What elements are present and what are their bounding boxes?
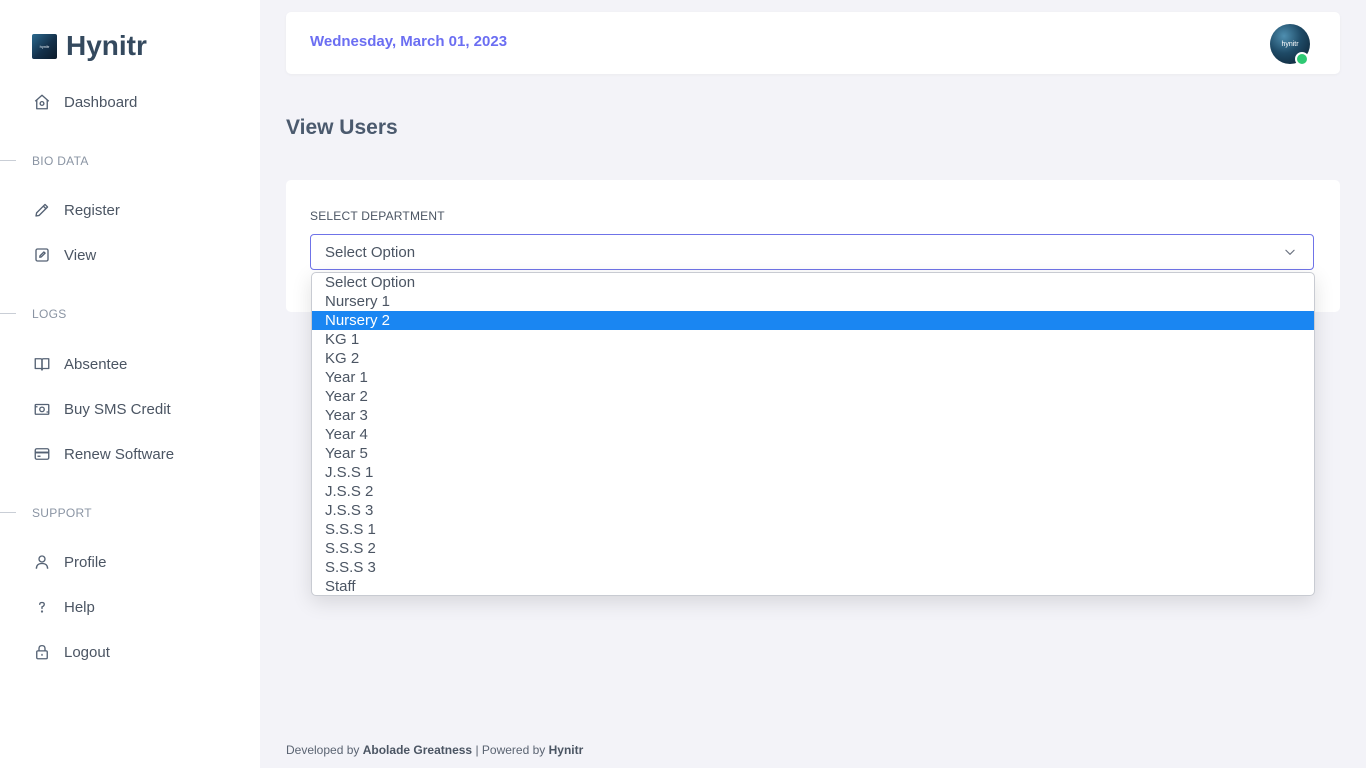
sidebar-item-renew-software[interactable]: Renew Software (32, 442, 174, 466)
footer-powered-by: | Powered by (475, 743, 546, 757)
online-status-indicator (1295, 52, 1309, 66)
department-option[interactable]: Year 5 (312, 444, 1314, 463)
sidebar-item-absentee[interactable]: Absentee (32, 352, 127, 376)
brand-logo-text: hynitr (39, 43, 50, 49)
sidebar-item-register[interactable]: Register (32, 198, 120, 222)
sidebar-item-dashboard[interactable]: Dashboard (32, 90, 137, 114)
sidebar-item-help[interactable]: Help (32, 595, 95, 619)
sidebar-item-label: Help (64, 598, 95, 616)
footer: Developed by Abolade Greatness | Powered… (286, 743, 583, 757)
department-option[interactable]: Year 1 (312, 368, 1314, 387)
department-select[interactable]: Select Option (310, 234, 1314, 270)
sidebar-item-label: Buy SMS Credit (64, 400, 171, 418)
sidebar-item-label: Dashboard (64, 93, 138, 111)
department-option[interactable]: KG 2 (312, 349, 1314, 368)
credit-card-icon (32, 444, 52, 464)
section-divider (0, 313, 16, 314)
department-option[interactable]: J.S.S 2 (312, 482, 1314, 501)
user-icon (32, 552, 52, 572)
footer-developer-name: Abolade Greatness (362, 743, 473, 757)
pencil-icon (32, 200, 52, 220)
section-divider (0, 512, 16, 513)
department-option[interactable]: KG 1 (312, 330, 1314, 349)
top-bar: Wednesday, March 01, 2023 hynitr (286, 12, 1340, 74)
sidebar: hynitr Hynitr Dashboard BIO DATA Registe… (0, 0, 260, 768)
page-title: View Users (286, 116, 398, 139)
footer-powered-name: Hynitr (548, 743, 584, 757)
department-option[interactable]: S.S.S 1 (312, 520, 1314, 539)
sidebar-item-buy-sms[interactable]: Buy SMS Credit (32, 397, 171, 421)
sidebar-item-label: Logout (64, 643, 110, 661)
section-divider (0, 160, 16, 161)
department-option[interactable]: Select Option (312, 273, 1314, 292)
department-option[interactable]: Nursery 2 (312, 311, 1314, 330)
section-title-support: SUPPORT (32, 506, 92, 520)
sidebar-item-profile[interactable]: Profile (32, 550, 107, 574)
department-options-list[interactable]: Select Option Nursery 1 Nursery 2 KG 1 KG 2Y… (311, 272, 1315, 596)
cash-icon (32, 399, 52, 419)
sidebar-item-label: Renew Software (64, 445, 175, 463)
department-option[interactable]: J.S.S 1 (312, 463, 1314, 482)
home-icon (32, 92, 52, 112)
sidebar-item-logout[interactable]: Logout (32, 640, 110, 664)
avatar-text: hynitr (1281, 40, 1299, 48)
lock-icon (32, 642, 52, 662)
current-date: Wednesday, March 01, 2023 (310, 33, 508, 50)
section-title-bio-data: BIO DATA (32, 154, 89, 168)
book-icon (32, 354, 52, 374)
department-label: SELECT DEPARTMENT (310, 209, 445, 223)
brand-name: Hynitr (66, 30, 147, 61)
sidebar-item-label: Profile (64, 553, 107, 571)
section-title-logs: LOGS (32, 307, 67, 321)
department-option[interactable]: Staff (312, 577, 1314, 595)
department-option[interactable]: S.S.S 2 (312, 539, 1314, 558)
department-option[interactable]: S.S.S 3 (312, 558, 1314, 577)
brand[interactable]: hynitr Hynitr (32, 30, 147, 62)
department-option[interactable]: J.S.S 3 (312, 501, 1314, 520)
department-option[interactable]: Year 4 (312, 425, 1314, 444)
sidebar-item-label: Register (64, 201, 120, 219)
footer-developed-by: Developed by (286, 743, 360, 757)
sidebar-item-view[interactable]: View (32, 243, 96, 267)
department-option[interactable]: Year 2 (312, 387, 1314, 406)
department-option[interactable]: Nursery 1 (312, 292, 1314, 311)
select-value: Select Option (325, 244, 416, 261)
sidebar-item-label: Absentee (64, 355, 128, 373)
sidebar-item-label: View (64, 246, 97, 264)
brand-logo: hynitr (32, 33, 57, 59)
department-option[interactable]: Year 3 (312, 406, 1314, 425)
chevron-down-icon (1283, 245, 1297, 259)
question-icon (32, 597, 52, 617)
edit-square-icon (32, 245, 52, 265)
